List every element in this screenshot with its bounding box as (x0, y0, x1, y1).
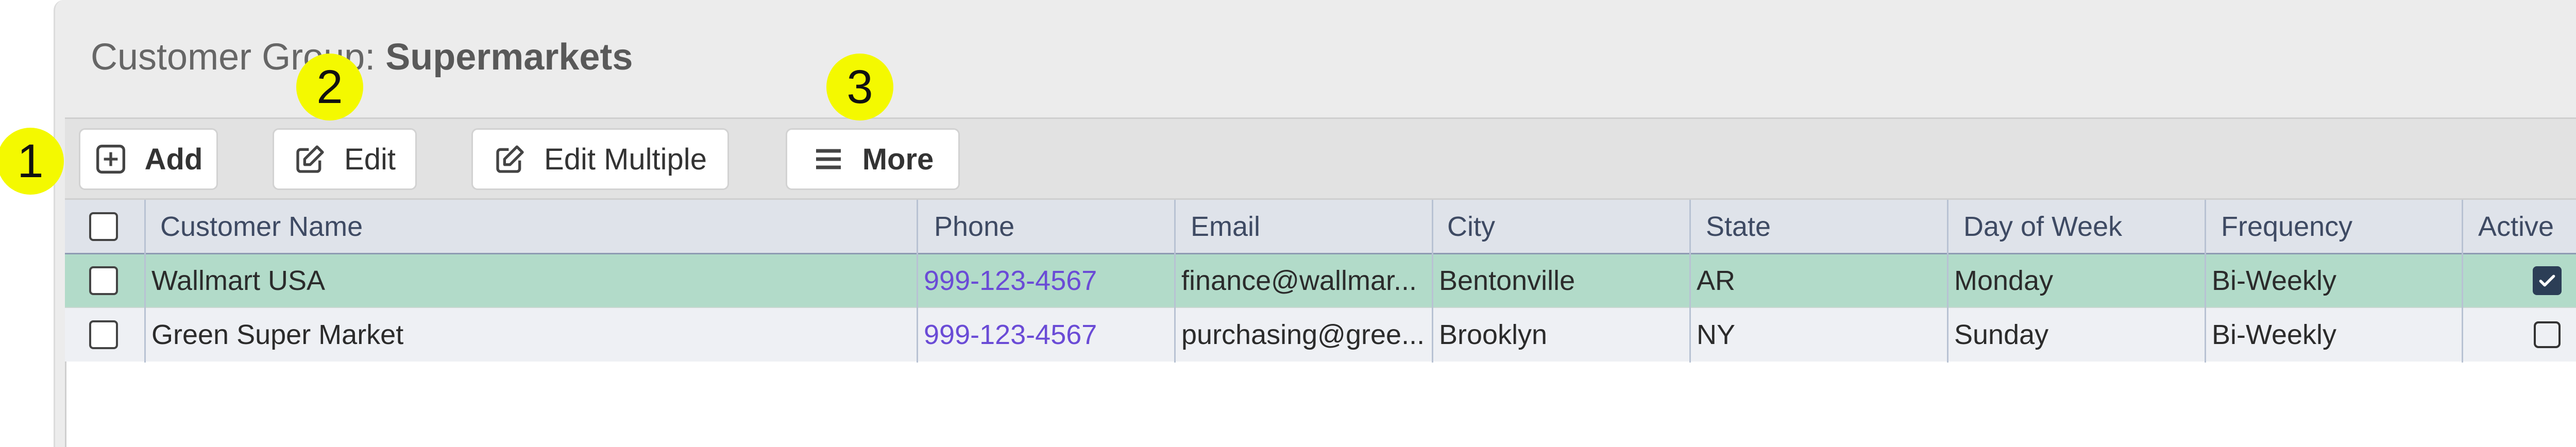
checkmark-icon (2539, 274, 2555, 287)
column-header-day-of-week[interactable]: Day of Week (1963, 200, 2122, 253)
row-select-checkbox[interactable] (89, 266, 118, 295)
toolbar: Add Edit Edit Multiple More (65, 117, 2576, 200)
column-divider (2462, 200, 2463, 363)
edit-icon (496, 145, 524, 173)
edit-button[interactable]: Edit (273, 128, 417, 190)
column-header-customer-name[interactable]: Customer Name (160, 200, 363, 253)
row-select-cell (65, 254, 144, 307)
column-header-phone[interactable]: Phone (934, 200, 1014, 253)
edit-button-label: Edit (344, 142, 396, 176)
annotation-marker-3: 3 (826, 54, 893, 121)
phone-link[interactable]: 999-123-4567 (924, 308, 1097, 362)
select-all-checkbox[interactable] (89, 212, 118, 241)
column-divider (917, 200, 918, 363)
add-button[interactable]: Add (79, 128, 218, 190)
day-of-week-cell[interactable]: Monday (1954, 254, 2053, 307)
frequency-cell[interactable]: Bi-Weekly (2212, 254, 2336, 307)
column-header-city[interactable]: City (1447, 200, 1495, 253)
more-button-label: More (862, 142, 934, 176)
active-checkbox-checked[interactable] (2533, 266, 2562, 295)
city-cell[interactable]: Brooklyn (1439, 308, 1547, 362)
edit-multiple-button-label: Edit Multiple (544, 142, 707, 176)
row-select-checkbox[interactable] (89, 320, 118, 349)
edit-icon (296, 145, 324, 173)
select-all-cell (65, 200, 144, 253)
frequency-cell[interactable]: Bi-Weekly (2212, 308, 2336, 362)
column-divider (1689, 200, 1691, 363)
day-of-week-cell[interactable]: Sunday (1954, 308, 2048, 362)
column-header-email[interactable]: Email (1191, 200, 1260, 253)
email-cell[interactable]: finance@wallmar... (1181, 254, 1429, 307)
active-checkbox-unchecked[interactable] (2534, 321, 2561, 348)
row-select-cell (65, 308, 144, 362)
column-divider (1947, 200, 1948, 363)
state-cell[interactable]: AR (1697, 254, 1735, 307)
state-cell[interactable]: NY (1697, 308, 1735, 362)
city-cell[interactable]: Bentonville (1439, 254, 1575, 307)
page-title: Customer Group: Supermarkets (91, 36, 633, 78)
column-header-frequency[interactable]: Frequency (2221, 200, 2352, 253)
active-checkbox-cell (2534, 308, 2561, 362)
table-row[interactable]: Green Super Market 999-123-4567 purchasi… (65, 308, 2576, 362)
column-divider (1432, 200, 1433, 363)
table-header-row: Customer Name Phone Email City State Day… (65, 200, 2576, 254)
more-button[interactable]: More (786, 128, 960, 190)
menu-icon (816, 149, 841, 169)
customer-name-cell[interactable]: Wallmart USA (151, 254, 325, 307)
column-header-state[interactable]: State (1706, 200, 1771, 253)
phone-link[interactable]: 999-123-4567 (924, 254, 1097, 307)
annotation-marker-2: 2 (296, 54, 363, 121)
table-row[interactable]: Wallmart USA 999-123-4567 finance@wallma… (65, 254, 2576, 308)
plus-box-icon (96, 145, 125, 174)
column-divider (1174, 200, 1176, 363)
annotation-marker-1: 1 (0, 128, 64, 195)
page-title-group-name: Supermarkets (385, 37, 633, 78)
email-cell[interactable]: purchasing@gree... (1181, 308, 1429, 362)
active-checkbox-cell (2533, 254, 2562, 307)
add-button-label: Add (144, 142, 203, 176)
column-divider (2205, 200, 2206, 363)
column-divider (144, 200, 146, 363)
customer-name-cell[interactable]: Green Super Market (151, 308, 403, 362)
edit-multiple-button[interactable]: Edit Multiple (471, 128, 729, 190)
column-header-active[interactable]: Active (2478, 200, 2554, 253)
